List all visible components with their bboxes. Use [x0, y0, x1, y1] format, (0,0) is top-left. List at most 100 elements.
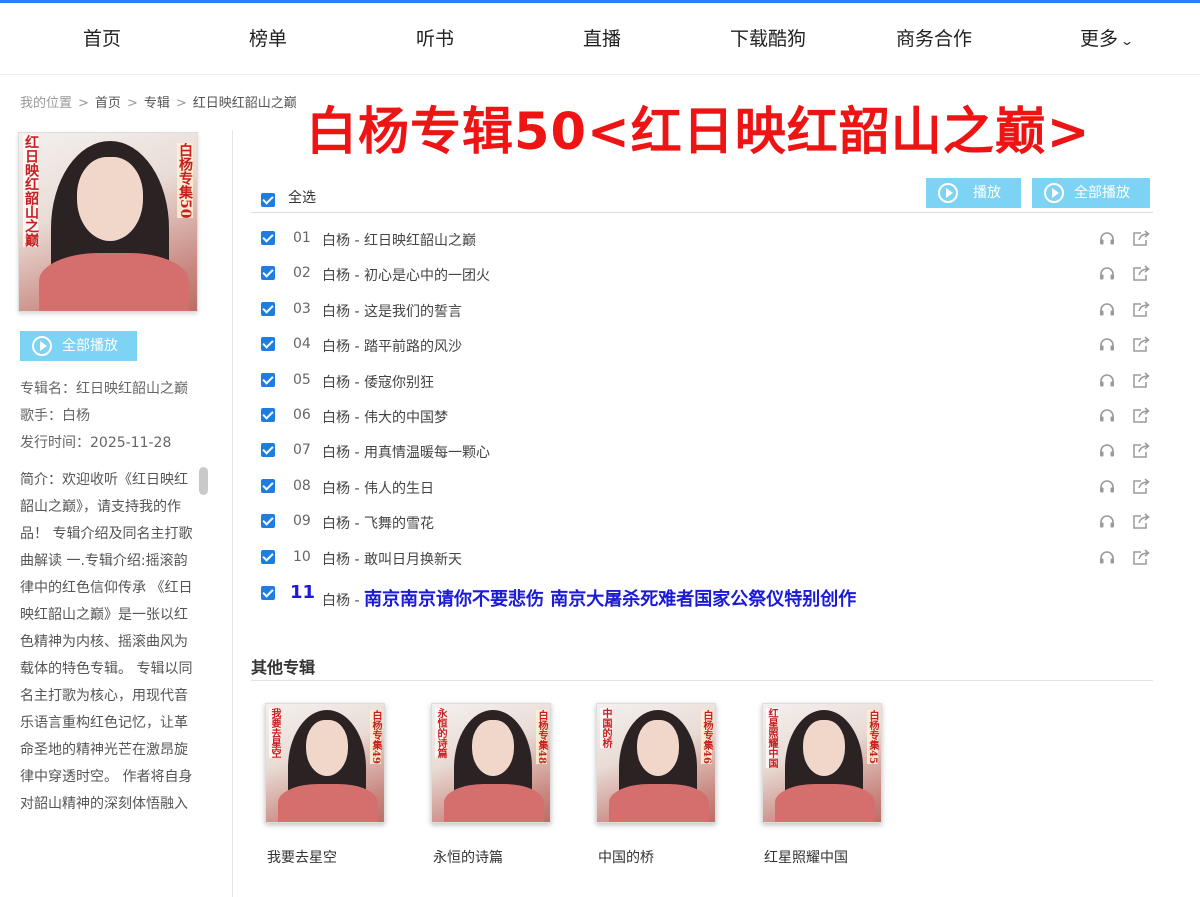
track-row[interactable]: 03 白杨 - 这是我们的誓言 [251, 292, 1153, 327]
nav-more-label: 更多 [1079, 28, 1118, 50]
track-name[interactable]: 白杨 - 红日映红韶山之巅 [322, 230, 476, 250]
track-name[interactable]: 白杨 - 伟大的中国梦 [322, 407, 448, 427]
track-checkbox[interactable] [261, 231, 275, 245]
share-icon[interactable] [1132, 513, 1150, 529]
track-row[interactable]: 07 白杨 - 用真情温暖每一颗心 [251, 433, 1153, 468]
track-checkbox[interactable] [261, 372, 275, 387]
column-divider [232, 130, 233, 897]
track-checkbox[interactable] [261, 337, 275, 352]
cover-title-text: 中国的桥 [600, 708, 611, 748]
other-album-name[interactable]: 红星照耀中国 [764, 847, 848, 867]
other-album-card[interactable]: 永恒的诗篇 白杨专集48 永恒的诗篇 [431, 703, 551, 866]
other-album-cover[interactable]: 红星照耀中国 白杨专集45 [762, 703, 882, 823]
share-icon[interactable] [1132, 478, 1150, 494]
cover-photo-shirt [39, 253, 189, 311]
cover-series-text: 白杨专集50 [177, 143, 193, 219]
track-name[interactable]: 白杨 - 这是我们的誓言 [322, 301, 462, 321]
nav-more[interactable]: 更多 ⌄ [1046, 3, 1166, 75]
track-row[interactable]: 04 白杨 - 踏平前路的风沙 [251, 327, 1153, 362]
track-row[interactable]: 10 白杨 - 敢叫日月换新天 [251, 540, 1153, 575]
cover-photo-face [77, 157, 143, 241]
nav-charts[interactable]: 榜单 [208, 3, 328, 75]
track-row[interactable]: 05 白杨 - 倭寇你别狂 [251, 363, 1153, 398]
track-name[interactable]: 白杨 - 用真情温暖每一颗心 [322, 442, 490, 462]
track-checkbox[interactable] [261, 443, 275, 458]
select-all-checkbox[interactable] [261, 193, 275, 207]
track-row[interactable]: 08 白杨 - 伟人的生日 [251, 469, 1153, 504]
headphones-icon[interactable] [1099, 266, 1115, 280]
headphones-icon[interactable] [1099, 443, 1115, 457]
track-name[interactable]: 白杨 - 踏平前路的风沙 [322, 336, 462, 356]
nav-audiobooks[interactable]: 听书 [375, 3, 495, 75]
share-icon[interactable] [1132, 336, 1150, 352]
album-singer-line[interactable]: 歌手：白杨 [20, 405, 90, 425]
share-icon[interactable] [1132, 407, 1150, 423]
track-checkbox[interactable] [261, 408, 275, 422]
other-album-name[interactable]: 永恒的诗篇 [433, 847, 503, 867]
track-name[interactable]: 白杨 - 初心是心中的一团火 [322, 265, 490, 285]
cover-photo-face [306, 720, 348, 776]
track-number: 10 [293, 548, 311, 565]
cover-photo-shirt [278, 784, 378, 822]
share-icon[interactable] [1132, 301, 1150, 317]
nav-home[interactable]: 首页 [42, 3, 162, 75]
other-album-card[interactable]: 中国的桥 白杨专集46 中国的桥 [596, 703, 716, 866]
other-album-name[interactable]: 中国的桥 [598, 847, 654, 867]
share-icon[interactable] [1132, 549, 1150, 565]
track-row[interactable]: 09 白杨 - 飞舞的雪花 [251, 504, 1153, 539]
cover-title-text: 红日映红韶山之巅 [23, 135, 39, 247]
headphones-icon[interactable] [1099, 302, 1115, 316]
nav-download[interactable]: 下载酷狗 [708, 3, 828, 75]
other-album-cover[interactable]: 我要去星空 白杨专集49 [265, 703, 385, 823]
intro-scrollbar[interactable] [199, 467, 208, 495]
share-icon[interactable] [1132, 372, 1150, 388]
track-name[interactable]: 白杨 - 飞舞的雪花 [322, 513, 434, 533]
track-row[interactable]: 02 白杨 - 初心是心中的一团火 [251, 256, 1153, 291]
breadcrumb-separator: > [126, 96, 138, 111]
track-name[interactable]: 白杨 - 南京南京请你不要悲伤 南京大屠杀死难者国家公祭仪特别创作 [322, 585, 856, 611]
track-row[interactable]: 11 白杨 - 南京南京请你不要悲伤 南京大屠杀死难者国家公祭仪特别创作 [251, 576, 1153, 611]
other-album-card[interactable]: 我要去星空 白杨专集49 我要去星空 [265, 703, 385, 866]
track-name[interactable]: 白杨 - 伟人的生日 [322, 478, 434, 498]
track-checkbox[interactable] [261, 266, 275, 281]
headphones-icon[interactable] [1099, 373, 1115, 387]
play-all-list-label: 全部播放 [1074, 185, 1130, 201]
cover-photo-shirt [444, 784, 544, 822]
nav-business[interactable]: 商务合作 [874, 3, 994, 75]
list-header-divider [251, 212, 1153, 213]
track-name[interactable]: 白杨 - 敢叫日月换新天 [322, 549, 462, 569]
other-album-cover[interactable]: 永恒的诗篇 白杨专集48 [431, 703, 551, 823]
other-albums-heading: 其他专辑 [251, 658, 316, 677]
other-album-cover[interactable]: 中国的桥 白杨专集46 [596, 703, 716, 823]
album-release-line: 发行时间：2025-11-28 [20, 435, 172, 451]
headphones-icon[interactable] [1099, 479, 1115, 493]
track-checkbox[interactable] [261, 301, 275, 316]
track-name[interactable]: 白杨 - 倭寇你别狂 [322, 372, 434, 392]
share-icon[interactable] [1132, 442, 1150, 459]
headphones-icon[interactable] [1099, 231, 1115, 245]
track-row[interactable]: 06 白杨 - 伟大的中国梦 [251, 398, 1153, 433]
share-icon[interactable] [1132, 265, 1150, 282]
play-selected-button[interactable]: 播放 [926, 178, 1021, 208]
track-checkbox[interactable] [261, 514, 275, 529]
track-checkbox[interactable] [261, 586, 275, 600]
play-all-button-list[interactable]: 全部播放 [1032, 178, 1150, 208]
cover-series-text: 白杨专集48 [536, 710, 547, 764]
play-all-button-sidebar[interactable]: 全部播放 [20, 331, 137, 361]
cover-series-text: 白杨专集46 [701, 710, 712, 764]
track-row[interactable]: 01 白杨 - 红日映红韶山之巅 [251, 221, 1153, 256]
other-album-card[interactable]: 红星照耀中国 白杨专集45 红星照耀中国 [762, 703, 882, 866]
breadcrumb-home[interactable]: 首页 [95, 92, 121, 111]
other-album-name[interactable]: 我要去星空 [267, 847, 337, 867]
play-selected-label: 播放 [973, 185, 1001, 201]
track-number: 08 [293, 477, 311, 494]
nav-live[interactable]: 直播 [542, 3, 662, 75]
share-icon[interactable] [1132, 230, 1150, 246]
track-checkbox[interactable] [261, 549, 275, 564]
headphones-icon[interactable] [1099, 550, 1115, 564]
headphones-icon[interactable] [1099, 337, 1115, 351]
breadcrumb-section[interactable]: 专辑 [144, 92, 170, 111]
headphones-icon[interactable] [1099, 408, 1115, 422]
headphones-icon[interactable] [1099, 514, 1115, 528]
track-checkbox[interactable] [261, 478, 275, 493]
